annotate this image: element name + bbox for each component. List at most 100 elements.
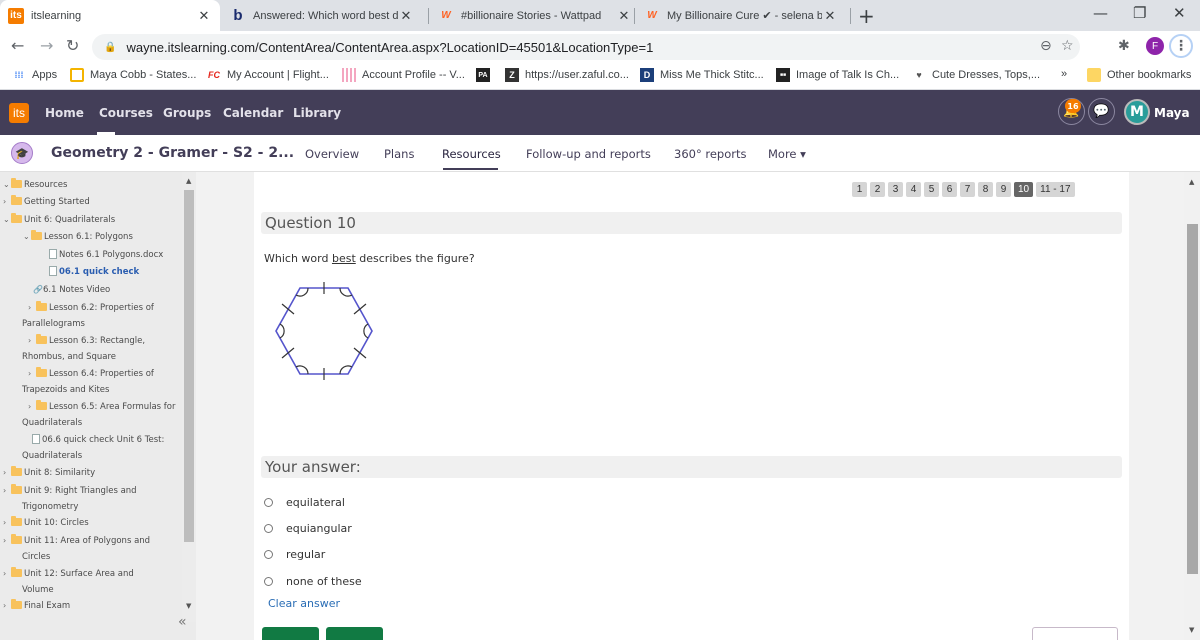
tree-item[interactable]: Notes 6.1 Polygons.docx (49, 247, 180, 263)
bookmark-star-icon[interactable]: ☆ (1061, 38, 1074, 54)
next-button[interactable] (326, 627, 383, 640)
new-tab-button[interactable]: + (858, 4, 875, 28)
clear-answer-link[interactable]: Clear answer (268, 597, 340, 610)
browser-menu-icon[interactable]: ⋮ (1169, 34, 1193, 58)
tree-item[interactable]: › Unit 8: Similarity (3, 465, 180, 481)
collapse-chevron-icon[interactable]: › (3, 465, 11, 481)
tree-item[interactable]: › Unit 9: Right Triangles and Trigonometry (3, 483, 180, 515)
page-link[interactable]: 2 (870, 182, 885, 197)
page-link[interactable]: 9 (996, 182, 1011, 197)
tab-follow-up-reports[interactable]: Follow-up and reports (526, 147, 651, 161)
user-name[interactable]: Maya (1154, 106, 1190, 120)
close-tab-icon[interactable]: ✕ (398, 8, 414, 24)
back-icon[interactable]: ← (11, 36, 24, 55)
nav-calendar[interactable]: Calendar (223, 106, 283, 120)
tree-item[interactable]: › Lesson 6.3: Rectangle, Rhombus, and Squa… (22, 333, 180, 365)
collapse-chevron-icon[interactable]: › (28, 399, 36, 415)
nav-library[interactable]: Library (293, 106, 341, 120)
sidebar-scroll-thumb[interactable] (184, 190, 194, 542)
close-window-button[interactable]: ✕ (1173, 4, 1186, 22)
tree-item[interactable]: 06.1 quick check (49, 264, 180, 280)
page-link[interactable]: 8 (978, 182, 993, 197)
bookmark-cute-dresses[interactable]: ♥ Cute Dresses, Tops,... (912, 68, 1040, 82)
previous-button[interactable] (262, 627, 319, 640)
close-tab-icon[interactable]: ✕ (822, 8, 838, 24)
collapse-chevron-icon[interactable]: › (3, 194, 11, 210)
tree-item[interactable]: › Unit 11: Area of Polygons and Circles (3, 533, 180, 565)
radio-button[interactable] (264, 524, 273, 533)
page-scroll-thumb[interactable] (1187, 224, 1198, 574)
tab-resources[interactable]: Resources (442, 147, 501, 161)
address-bar[interactable]: 🔒 wayne.itslearning.com/ContentArea/Cont… (92, 34, 1080, 60)
tab-plans[interactable]: Plans (384, 147, 414, 161)
nav-groups[interactable]: Groups (163, 106, 211, 120)
profile-avatar[interactable]: F (1146, 37, 1164, 55)
page-link[interactable]: 6 (942, 182, 957, 197)
collapse-chevron-icon[interactable]: › (28, 333, 36, 349)
bookmark-miss-me[interactable]: D Miss Me Thick Stitc... (640, 68, 764, 82)
nav-home[interactable]: Home (45, 106, 84, 120)
tree-item[interactable]: 🔗6.1 Notes Video (33, 282, 180, 298)
expand-chevron-icon[interactable]: ⌄ (23, 229, 31, 245)
zoom-icon[interactable]: ⊖ (1040, 38, 1052, 54)
tab-itslearning[interactable]: its itslearning ✕ (0, 0, 220, 31)
answer-option[interactable]: equilateral (264, 496, 345, 509)
more-bookmarks-button[interactable]: » (1061, 68, 1067, 80)
tree-item[interactable]: › Getting Started (3, 194, 180, 210)
itslearning-logo[interactable]: its (9, 103, 29, 123)
bookmark-zaful[interactable]: Z https://user.zaful.co... (505, 68, 629, 82)
collapse-chevron-icon[interactable]: › (3, 533, 11, 549)
url-text[interactable]: wayne.itslearning.com/ContentArea/Conten… (126, 40, 653, 55)
tree-item[interactable]: › Lesson 6.4: Properties of Trapezoids and… (22, 366, 180, 398)
page-link[interactable]: 11 - 17 (1036, 182, 1075, 197)
other-bookmarks[interactable]: Other bookmarks (1087, 68, 1191, 82)
radio-button[interactable] (264, 550, 273, 559)
expand-chevron-icon[interactable]: ⌄ (3, 177, 11, 193)
forward-icon[interactable]: → (40, 36, 53, 55)
page-link[interactable]: 7 (960, 182, 975, 197)
user-avatar[interactable]: M (1124, 99, 1150, 125)
page-link[interactable]: 4 (906, 182, 921, 197)
answer-option[interactable]: regular (264, 548, 325, 561)
nav-courses[interactable]: Courses (99, 106, 153, 120)
tab-more[interactable]: More ▾ (768, 147, 806, 161)
close-tab-icon[interactable]: ✕ (196, 8, 212, 24)
page-scroll-up-icon[interactable]: ▲ (1189, 178, 1194, 186)
tab-wattpad-cure[interactable]: W My Billionaire Cure ✔ - selena b ✕ (636, 0, 846, 31)
radio-button[interactable] (264, 498, 273, 507)
page-scroll-down-icon[interactable]: ▼ (1189, 626, 1194, 634)
messages-icon[interactable]: 💬 (1088, 98, 1115, 125)
page-link[interactable]: 3 (888, 182, 903, 197)
tree-item[interactable]: › Lesson 6.2: Properties of Parallelograms (22, 300, 180, 332)
close-tab-icon[interactable]: ✕ (616, 8, 632, 24)
page-link[interactable]: 1 (852, 182, 867, 197)
tree-item[interactable]: 06.6 quick check Unit 6 Test: Quadrilater… (22, 432, 180, 464)
tree-item[interactable]: › Final Exam (3, 598, 180, 614)
bookmark-apps[interactable]: ⁞⁞⁞ Apps (12, 68, 58, 82)
bookmark-account-profile[interactable]: Account Profile -- V... (342, 68, 465, 82)
page-link[interactable]: 10 (1014, 182, 1034, 197)
tree-item[interactable]: ⌄ Resources (3, 177, 180, 193)
tree-item[interactable]: › Unit 10: Circles (3, 515, 180, 531)
bookmark-pa[interactable]: PA (476, 68, 496, 82)
collapse-chevron-icon[interactable]: › (3, 483, 11, 499)
reload-icon[interactable]: ↻ (66, 36, 79, 55)
minimize-button[interactable]: — (1093, 4, 1108, 22)
bookmark-my-account[interactable]: FC My Account | Flight... (207, 68, 329, 82)
expand-chevron-icon[interactable]: ⌄ (3, 212, 11, 228)
tab-answered[interactable]: b Answered: Which word best desc ✕ (222, 0, 422, 31)
collapse-sidebar-button[interactable]: « (178, 614, 187, 630)
collapse-chevron-icon[interactable]: › (28, 366, 36, 382)
tab-overview[interactable]: Overview (305, 147, 359, 161)
collapse-chevron-icon[interactable]: › (28, 300, 36, 316)
answer-option[interactable]: equiangular (264, 522, 352, 535)
tree-item[interactable]: › Lesson 6.5: Area Formulas for Quadrilate… (22, 399, 180, 431)
tab-360-reports[interactable]: 360° reports (674, 147, 746, 161)
page-link[interactable]: 5 (924, 182, 939, 197)
collapse-chevron-icon[interactable]: › (3, 566, 11, 582)
submit-button[interactable] (1032, 627, 1118, 640)
tab-wattpad-billionaire[interactable]: W #billionaire Stories - Wattpad ✕ (430, 0, 640, 31)
collapse-chevron-icon[interactable]: › (3, 515, 11, 531)
radio-button[interactable] (264, 577, 273, 586)
collapse-chevron-icon[interactable]: › (3, 598, 11, 614)
